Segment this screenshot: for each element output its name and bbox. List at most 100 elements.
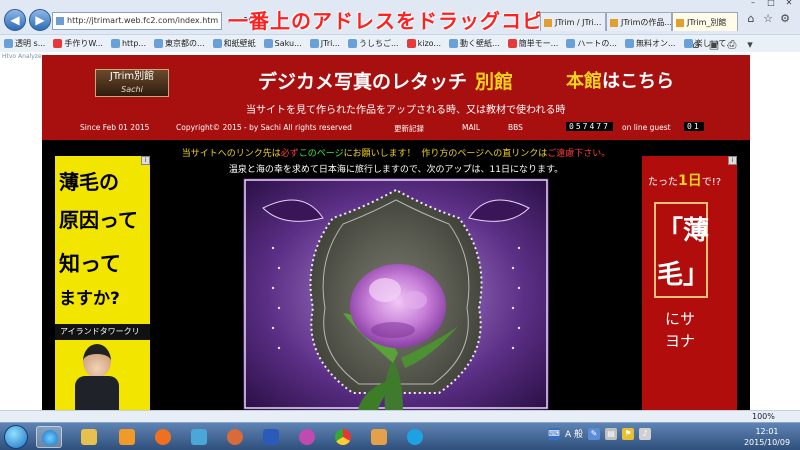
volume-icon[interactable]: ♪ [639, 427, 652, 440]
ad-right-box: 「薄 毛」 [654, 202, 709, 298]
ad-left-banner[interactable]: i 薄毛の 原因って 知って ますか? アイランドタワークリ [55, 156, 150, 410]
maximize-icon[interactable]: □ [762, 0, 780, 8]
tab-jtrim-1[interactable]: JTrim / JTri... [540, 12, 606, 31]
ime-indicator[interactable]: A 般 [565, 427, 583, 440]
flower-photo-art [243, 178, 549, 410]
favorite-item[interactable]: http... [110, 39, 147, 48]
home-icon[interactable]: ⌂ [745, 12, 757, 26]
visitor-counter: 057477 [566, 122, 613, 131]
gear-icon[interactable]: ⚙ [779, 12, 791, 26]
logo-title: JTrim別館 [109, 71, 155, 82]
favorite-label: うしちご... [358, 39, 399, 48]
site-container: JTrim別館 Sachi デジカメ写真のレタッチ 別館 本館はこちら 当サイトを… [42, 55, 750, 410]
favorite-label: Saku... [274, 39, 302, 48]
favorite-item[interactable]: kizo... [406, 39, 441, 48]
taskbar-app-10[interactable] [366, 426, 392, 448]
site-tagline: 当サイトを見て作られた作品をアップされる時、又は教材で使われる時 [246, 105, 566, 116]
ad-info-icon[interactable]: i [141, 156, 150, 165]
word-icon [263, 429, 279, 445]
favorite-item[interactable]: Saku... [263, 39, 302, 48]
honkan-prefix: 本館 [566, 71, 602, 92]
ime-tools-icon[interactable]: ✎ [588, 427, 601, 440]
skype-icon [407, 429, 423, 445]
site-title: デジカメ写真のレタッチ 別館 [258, 67, 513, 94]
tab-jtrim-2[interactable]: JTrimの作品... [606, 12, 672, 31]
favorite-label: 無料オン... [635, 39, 676, 48]
since-text: Since Feb 01 2015 [80, 123, 150, 132]
this-page-link[interactable]: このページ [299, 149, 344, 159]
app-icon [227, 429, 243, 445]
window-close-icon[interactable]: ✕ [780, 0, 798, 8]
feed-icon[interactable]: ▣ [708, 38, 720, 52]
tab-strip: JTrim / JTri... JTrimの作品... JTrim_別館 [540, 12, 738, 31]
ad-info-icon[interactable]: i [728, 156, 737, 165]
chrome-icon [335, 429, 351, 445]
print-icon[interactable]: ⎙ [726, 38, 738, 52]
ie-icon [42, 430, 58, 446]
taskbar-app-8[interactable] [294, 426, 320, 448]
taskbar-ie[interactable] [36, 426, 62, 448]
star-icon[interactable]: ☆ [762, 12, 774, 26]
ad-right-banner[interactable]: i たった1日で!? 「薄 毛」 にサヨナ [642, 156, 737, 410]
tools-icon[interactable]: ▾ [744, 38, 756, 52]
start-button[interactable] [4, 425, 28, 449]
page-tag: Htvo Analyze [2, 53, 42, 60]
app-icon [119, 429, 135, 445]
favorite-icon [624, 39, 634, 48]
ad-person-image [75, 344, 119, 410]
favorite-item[interactable]: 無料オン... [624, 38, 676, 49]
network-icon[interactable]: ▤ [605, 427, 618, 440]
favicon-icon [676, 19, 684, 27]
honkan-suffix: はこちら [602, 71, 674, 92]
clock[interactable]: 12:01 2015/10/09 [736, 426, 798, 448]
command-bar: ⌂ ▣ ⎙ ▾ [690, 38, 756, 52]
favorite-label: 手作りW... [64, 39, 103, 48]
forward-button[interactable]: ▶ [29, 9, 51, 31]
favorite-label: 動く壁紙... [460, 39, 500, 48]
favorite-icon [154, 39, 164, 48]
favorite-item[interactable]: ハートの... [566, 38, 617, 49]
favorite-label: 和紙壁紙 [223, 39, 256, 48]
favorite-item[interactable]: 動く壁紙... [449, 38, 500, 49]
mail-link[interactable]: MAIL [462, 123, 480, 132]
taskbar-app-3[interactable] [114, 426, 140, 448]
system-tray: ⌨ A 般 ✎ ▤ ⚑ ♪ [548, 427, 652, 440]
favorite-item[interactable]: JTri... [309, 39, 340, 48]
favorite-item[interactable]: 透明 s... [4, 38, 45, 49]
overlay-caption: 一番上のアドレスをドラッグコピー [228, 9, 564, 33]
status-bar: 100% [0, 410, 800, 422]
tab-jtrim-bekkan[interactable]: JTrim_別館 [672, 12, 738, 31]
taskbar-chrome[interactable] [330, 426, 356, 448]
taskbar-explorer[interactable] [76, 426, 102, 448]
site-logo[interactable]: JTrim別館 Sachi [95, 69, 169, 97]
keyboard-icon[interactable]: ⌨ [548, 427, 560, 440]
favorite-label: http... [121, 39, 147, 48]
taskbar-skype[interactable] [402, 426, 428, 448]
bbs-link[interactable]: BBS [508, 123, 523, 132]
favorite-item[interactable]: 和紙壁紙 [212, 38, 256, 49]
logo-sub: Sachi [121, 85, 143, 94]
back-button[interactable]: ◀ [4, 9, 26, 31]
ad-right-kanji-1: 「薄 [656, 216, 709, 246]
favorite-label: 透明 s... [15, 39, 46, 48]
history-link[interactable]: 更新記録 [394, 123, 424, 134]
favorite-icon [4, 39, 13, 48]
favorite-item[interactable]: 簡単モー... [507, 38, 558, 49]
favorite-label: 東京都の... [165, 39, 205, 48]
taskbar-media[interactable] [150, 426, 176, 448]
site-header: JTrim別館 Sachi デジカメ写真のレタッチ 別館 本館はこちら 当サイトを… [42, 55, 750, 140]
clock-date: 2015/10/09 [743, 438, 791, 447]
taskbar-app-5[interactable] [186, 426, 212, 448]
home-cmd-icon[interactable]: ⌂ [690, 38, 702, 52]
favorite-item[interactable]: 手作りW... [53, 38, 103, 49]
address-bar[interactable]: http://jtrimart.web.fc2.com/index.htm [52, 12, 222, 30]
taskbar-word[interactable] [258, 426, 284, 448]
app-icon [191, 429, 207, 445]
favorite-item[interactable]: 東京都の... [154, 38, 205, 49]
minimize-icon[interactable]: – [744, 0, 762, 8]
taskbar-app-6[interactable] [222, 426, 248, 448]
honkan-link[interactable]: 本館はこちら [566, 67, 674, 93]
favorite-label: JTri... [320, 39, 340, 48]
flag-icon[interactable]: ⚑ [622, 427, 635, 440]
favorite-item[interactable]: うしちご... [347, 38, 399, 49]
